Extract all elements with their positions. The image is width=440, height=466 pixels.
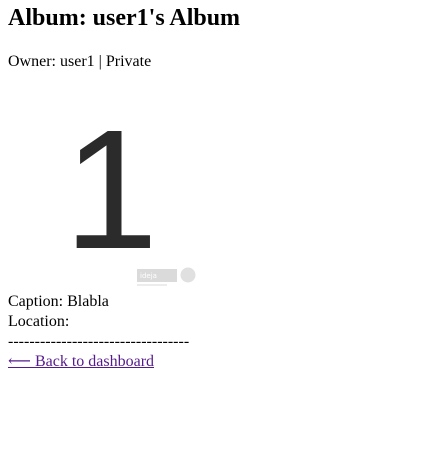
back-to-dashboard-link[interactable]: ⟵ Back to dashboard: [8, 353, 154, 370]
photo-caption: Caption: Blabla: [8, 293, 109, 310]
text-divider: ----------------------------------: [8, 333, 190, 350]
album-photo: 1 ideja: [8, 92, 208, 292]
owner-privacy-line: Owner: user1 | Private: [8, 53, 152, 70]
svg-text:ideja: ideja: [140, 272, 157, 280]
photo-digit: 1: [64, 95, 159, 285]
album-page: Album: user1's Album Owner: user1 | Priv…: [0, 4, 440, 372]
photo-location: Location:: [8, 313, 70, 330]
photo-image: 1 ideja: [8, 92, 208, 292]
page-title: Album: user1's Album: [8, 5, 241, 31]
